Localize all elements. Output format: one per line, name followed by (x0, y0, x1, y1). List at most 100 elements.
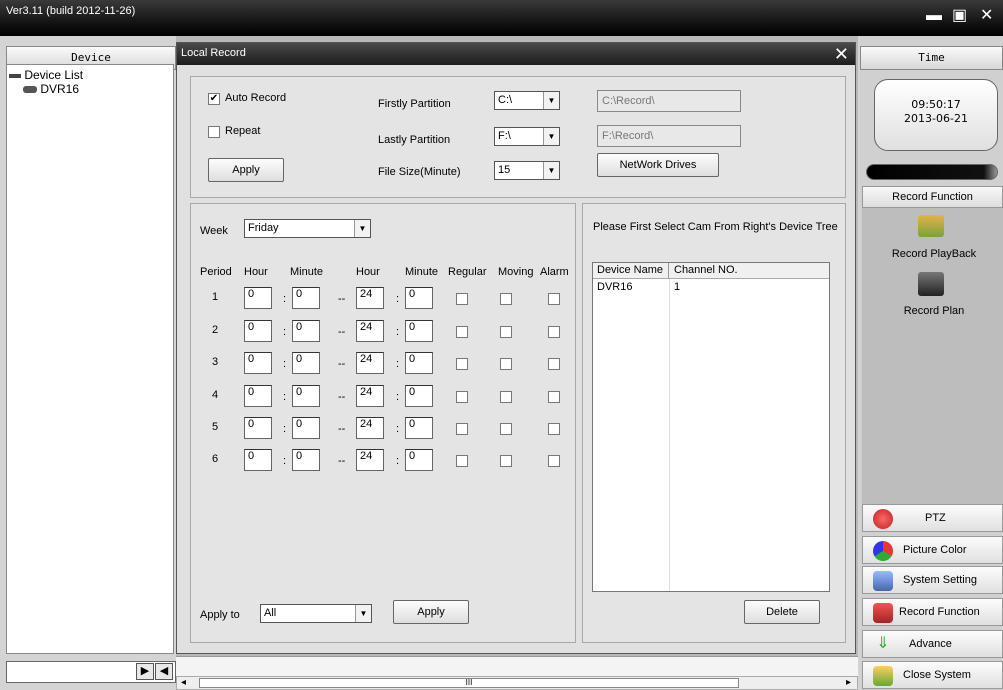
device-channel-table[interactable]: Device Name Channel NO. DVR16 1 (592, 262, 830, 592)
clock-date: 2013-06-21 (904, 112, 968, 125)
network-drives-button[interactable]: NetWork Drives (597, 153, 719, 177)
regular-checkbox[interactable] (456, 391, 468, 403)
start-hour-input[interactable]: 0 (244, 449, 272, 471)
horizontal-scrollbar[interactable]: ◂ III ▸ (176, 676, 858, 690)
record-plan-icon[interactable] (918, 272, 944, 296)
record-playback-icon[interactable] (918, 215, 944, 237)
col-device-name[interactable]: Device Name (597, 263, 669, 278)
record-plan-label[interactable]: Record Plan (874, 305, 994, 317)
time-colon: : (283, 455, 287, 467)
regular-checkbox[interactable] (456, 358, 468, 370)
firstly-partition-label: Firstly Partition (378, 98, 451, 110)
advance-button[interactable]: ⇓ Advance (862, 630, 1003, 658)
apply-schedule-button[interactable]: Apply (393, 600, 469, 624)
select-value: C:\ (498, 94, 513, 106)
moving-checkbox[interactable] (500, 455, 512, 467)
alarm-checkbox[interactable] (548, 326, 560, 338)
restore-button[interactable]: ▣ (952, 6, 967, 26)
close-system-button[interactable]: Close System (862, 661, 1003, 689)
moving-checkbox[interactable] (500, 293, 512, 305)
end-hour-input[interactable]: 24 (356, 287, 384, 309)
end-minute-input[interactable]: 0 (405, 287, 433, 309)
lastly-path-field[interactable]: F:\Record\ (597, 125, 741, 147)
ptz-button[interactable]: PTZ (862, 504, 1003, 532)
lastly-partition-select[interactable]: F:\ ▼ (494, 127, 560, 146)
alarm-checkbox[interactable] (548, 358, 560, 370)
end-hour-input[interactable]: 24 (356, 352, 384, 374)
play-icon[interactable]: ▶ (136, 663, 154, 680)
end-minute-input[interactable]: 0 (405, 417, 433, 439)
scroll-right-icon[interactable]: ▸ (846, 677, 851, 688)
regular-checkbox[interactable] (456, 326, 468, 338)
alarm-checkbox[interactable] (548, 423, 560, 435)
start-minute-input[interactable]: 0 (292, 385, 320, 407)
alarm-checkbox[interactable] (548, 391, 560, 403)
record-playback-label[interactable]: Record PlayBack (874, 248, 994, 260)
settings-icon (873, 571, 893, 591)
minimize-button[interactable]: ▬ (926, 6, 942, 26)
start-minute-input[interactable]: 0 (292, 320, 320, 342)
end-minute-input[interactable]: 0 (405, 449, 433, 471)
table-row[interactable]: DVR16 1 (593, 280, 829, 295)
end-minute-input[interactable]: 0 (405, 385, 433, 407)
end-hour-input[interactable]: 24 (356, 320, 384, 342)
start-minute-input[interactable]: 0 (292, 352, 320, 374)
regular-checkbox[interactable] (456, 423, 468, 435)
alarm-checkbox[interactable] (548, 293, 560, 305)
apply-to-select[interactable]: All ▼ (260, 604, 372, 623)
back-icon[interactable]: ◀ (155, 663, 173, 680)
scroll-thumb[interactable]: III (199, 678, 739, 688)
col-minute: Minute (290, 266, 324, 278)
picture-color-button[interactable]: Picture Color (862, 536, 1003, 564)
tree-item-device-list[interactable]: Device List (9, 68, 83, 82)
apply-to-label: Apply to (200, 609, 240, 621)
clock-display: 09:50:17 2013-06-21 (874, 79, 998, 151)
file-size-select[interactable]: 15 ▼ (494, 161, 560, 180)
week-select[interactable]: Friday ▼ (244, 219, 371, 238)
grid-strip (176, 656, 858, 678)
alarm-checkbox[interactable] (548, 455, 560, 467)
button-label: Record Function (899, 606, 980, 618)
system-setting-button[interactable]: System Setting (862, 566, 1003, 594)
end-minute-input[interactable]: 0 (405, 320, 433, 342)
moving-checkbox[interactable] (500, 423, 512, 435)
moving-checkbox[interactable] (500, 326, 512, 338)
end-hour-input[interactable]: 24 (356, 385, 384, 407)
start-hour-input[interactable]: 0 (244, 352, 272, 374)
moving-checkbox[interactable] (500, 358, 512, 370)
time-colon: : (396, 455, 400, 467)
scroll-left-icon[interactable]: ◂ (181, 677, 186, 688)
start-minute-input[interactable]: 0 (292, 287, 320, 309)
dialog-close-button[interactable]: ✕ (834, 43, 849, 65)
start-minute-input[interactable]: 0 (292, 449, 320, 471)
start-hour-input[interactable]: 0 (244, 287, 272, 309)
auto-record-checkbox[interactable]: ✔ (208, 93, 220, 105)
button-label: Advance (909, 638, 952, 650)
delete-button[interactable]: Delete (744, 600, 820, 624)
time-colon: : (283, 326, 287, 338)
start-hour-input[interactable]: 0 (244, 385, 272, 407)
moving-checkbox[interactable] (500, 391, 512, 403)
col-hour: Hour (244, 266, 268, 278)
tree-item-dvr16[interactable]: DVR16 (23, 82, 79, 96)
firstly-partition-select[interactable]: C:\ ▼ (494, 91, 560, 110)
end-hour-input[interactable]: 24 (356, 417, 384, 439)
select-value: Friday (248, 222, 279, 234)
end-minute-input[interactable]: 0 (405, 352, 433, 374)
firstly-path-field[interactable]: C:\Record\ (597, 90, 741, 112)
users-icon (873, 666, 893, 686)
close-app-button[interactable]: ✕ (980, 6, 993, 26)
end-hour-input[interactable]: 24 (356, 449, 384, 471)
regular-checkbox[interactable] (456, 293, 468, 305)
regular-checkbox[interactable] (456, 455, 468, 467)
repeat-checkbox[interactable] (208, 126, 220, 138)
apply-button[interactable]: Apply (208, 158, 284, 182)
start-minute-input[interactable]: 0 (292, 417, 320, 439)
start-hour-input[interactable]: 0 (244, 320, 272, 342)
chevron-down-icon: ▼ (355, 605, 371, 622)
time-header: Time (860, 46, 1003, 70)
start-hour-input[interactable]: 0 (244, 417, 272, 439)
col-channel-no[interactable]: Channel NO. (674, 263, 738, 278)
record-function-button[interactable]: Record Function (862, 598, 1003, 626)
period-number: 1 (212, 291, 219, 303)
